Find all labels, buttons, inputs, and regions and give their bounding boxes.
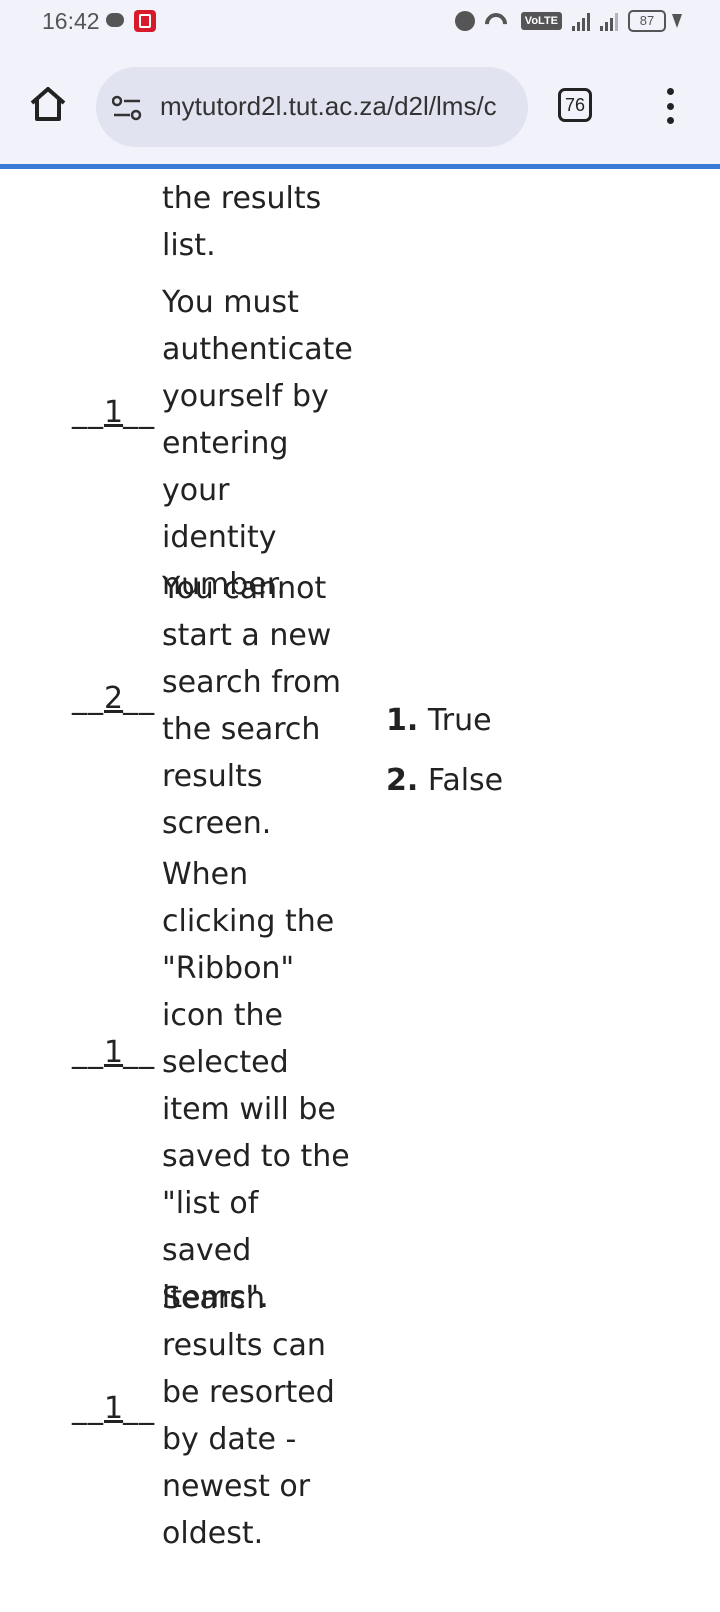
answer-value: 1 — [104, 1391, 124, 1426]
answer-options: 1. True 2. False — [386, 691, 503, 811]
quiz-content: the results list. __1__ You must authent… — [0, 169, 720, 1612]
answer-field[interactable]: __2__ — [72, 681, 154, 716]
status-time: 16:42 — [42, 8, 100, 34]
signal-icon — [572, 11, 590, 31]
url-text: mytutord2l.tut.ac.za/d2l/lms/c — [160, 91, 497, 121]
app-notification-icon — [134, 10, 156, 32]
alarm-icon — [454, 11, 475, 31]
site-settings-icon[interactable] — [112, 95, 142, 121]
question-text: Search results can be resorted by date -… — [162, 1281, 335, 1551]
status-icons: VoLTE 87 — [454, 10, 682, 32]
wifi-icon — [485, 11, 511, 31]
question-text: the results list. — [162, 181, 322, 263]
home-icon — [30, 87, 66, 121]
chat-notification-icon — [106, 13, 124, 27]
charging-icon — [672, 14, 682, 28]
answer-value: 1 — [104, 1035, 124, 1070]
option-true: 1. True — [386, 703, 492, 738]
status-bar: 16:42 VoLTE 87 — [0, 0, 720, 44]
tab-switcher-button[interactable]: 76 — [558, 88, 592, 122]
menu-dot-icon — [666, 102, 674, 110]
option-false: 2. False — [386, 763, 504, 798]
answer-field[interactable]: __1__ — [72, 1035, 154, 1070]
more-options-button[interactable] — [660, 88, 680, 124]
answer-value: 1 — [104, 395, 124, 430]
menu-dot-icon — [666, 117, 674, 124]
answer-field[interactable]: __1__ — [72, 1391, 154, 1426]
question-text: You cannot start a new search from the s… — [162, 571, 342, 841]
browser-toolbar: mytutord2l.tut.ac.za/d2l/lms/c 76 — [0, 44, 720, 164]
battery-icon: 87 — [628, 10, 666, 32]
question-text: You must authenticate yourself by enteri… — [162, 285, 353, 602]
signal-icon-secondary — [600, 11, 618, 31]
volte-icon: VoLTE — [520, 12, 562, 30]
menu-dot-icon — [666, 88, 674, 95]
answer-value: 2 — [104, 681, 124, 716]
home-button[interactable] — [28, 84, 68, 124]
question-text: When clicking the "Ribbon" icon the sele… — [162, 857, 350, 1315]
address-bar[interactable]: mytutord2l.tut.ac.za/d2l/lms/c — [96, 67, 528, 147]
answer-field[interactable]: __1__ — [72, 395, 154, 430]
